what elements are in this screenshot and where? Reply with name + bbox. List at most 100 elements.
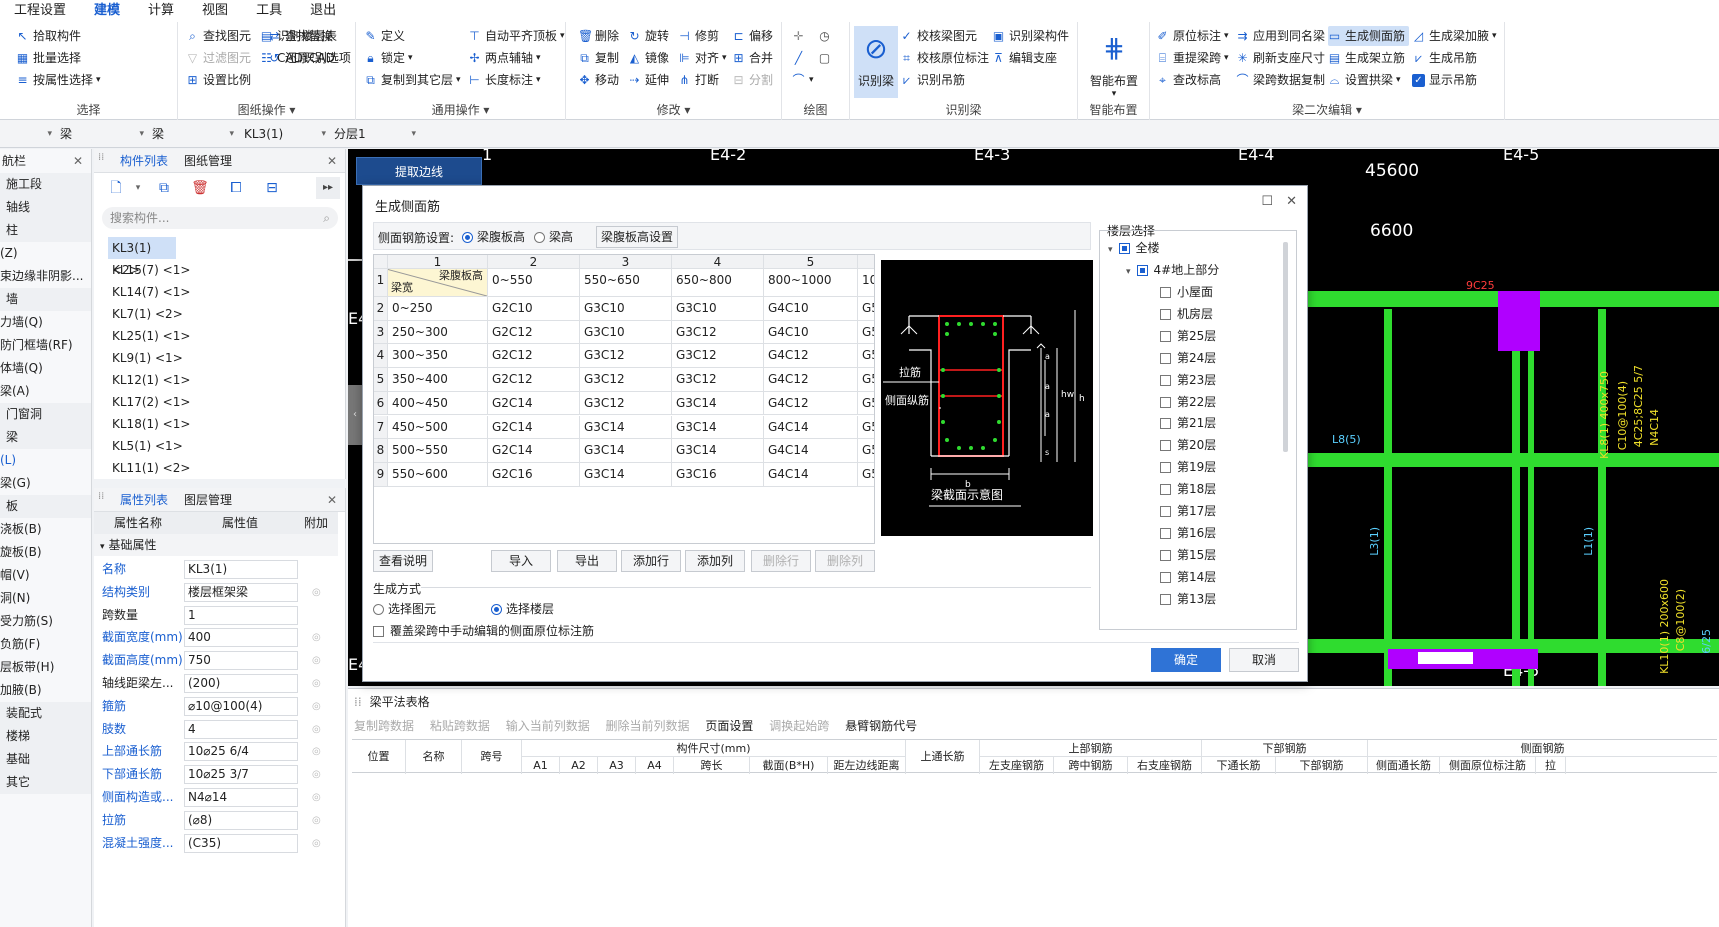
cancel-button[interactable]: 取消 — [1229, 648, 1299, 672]
identify-beam-button[interactable]: ⊘ 识别梁 — [854, 26, 898, 98]
view-help-button[interactable]: 查看说明 — [373, 550, 433, 572]
trim-button[interactable]: ⊣ 修剪 — [678, 26, 719, 46]
rebar-spec-cell[interactable]: G5 — [858, 463, 874, 487]
check-annotation-button[interactable]: ⌗ 校核原位标注 — [900, 48, 989, 68]
menu-exit[interactable]: 退出 — [296, 0, 350, 22]
split-button[interactable]: ⊟ 分割 — [732, 70, 773, 90]
checkbox[interactable] — [1160, 418, 1171, 430]
rebar-spec-cell[interactable]: G5 — [858, 368, 874, 392]
width-range-cell[interactable]: 400~450 — [388, 391, 488, 416]
floor-item[interactable]: 机房层 — [1160, 303, 1213, 325]
arc-draw-button[interactable]: ⌒ ▾ — [792, 70, 813, 90]
nav-item[interactable]: 防门框墙(RF) — [0, 334, 91, 357]
input-column-button[interactable]: 输入当前列数据 — [506, 719, 590, 733]
rebar-spec-cell[interactable]: G2C14 — [488, 391, 580, 416]
component-list-item[interactable]: KL14(7) <1> — [108, 281, 333, 303]
nav-item[interactable]: 梁(G) — [0, 472, 91, 495]
property-value-field[interactable]: 10⌀25 3/7 — [184, 765, 298, 785]
floor-item[interactable]: 第14层 — [1160, 566, 1216, 588]
property-value-field[interactable]: (C35) — [184, 833, 298, 853]
attach-indicator-icon[interactable]: ◎ — [312, 718, 321, 741]
property-value-field[interactable]: 1 — [184, 605, 298, 625]
floor-all[interactable]: ▾ 全楼 — [1108, 237, 1160, 259]
property-value-field[interactable]: 楼层框架梁 — [184, 582, 298, 602]
rebar-spec-cell[interactable]: G3C12 — [580, 368, 672, 392]
menu-tools[interactable]: 工具 — [242, 0, 296, 22]
radio-select-element[interactable]: 选择图元 — [373, 600, 436, 617]
rebar-spec-cell[interactable]: G3C12 — [672, 320, 764, 345]
generate-erection-bar-button[interactable]: ▤ 生成架立筋 — [1328, 48, 1405, 68]
drag-grip-icon[interactable]: ⁞⁞ — [354, 695, 362, 709]
find-element-button[interactable]: ⌕ 查找图元 — [186, 26, 251, 46]
copy-span-data-button[interactable]: 复制跨数据 — [354, 719, 414, 733]
filter-element-button[interactable]: ▽ 过滤图元 — [186, 48, 251, 68]
rebar-spec-cell[interactable]: G2C14 — [488, 439, 580, 463]
component-list-item[interactable]: KL7(1) <2> — [108, 303, 333, 325]
import-button[interactable]: 导入 — [491, 550, 551, 572]
show-hanger-checkbox[interactable]: ✓ 显示吊筋 — [1412, 70, 1477, 90]
property-value-field[interactable]: 10⌀25 6/4 — [184, 742, 298, 762]
move-button[interactable]: ✥ 移动 — [578, 70, 619, 90]
layer-dropdown[interactable]: 分层1 ▾ — [334, 124, 420, 144]
drag-grip-icon[interactable]: ⁞⁞ — [98, 153, 104, 163]
rebar-spec-cell[interactable]: G5 — [858, 321, 874, 345]
collapse-panel-handle[interactable]: ‹ — [348, 385, 362, 445]
column-header-cell[interactable]: 800~1000 — [764, 269, 858, 297]
page-setup-button[interactable]: 页面设置 — [705, 719, 753, 733]
component-dropdown[interactable]: KL3(1) ▾ — [244, 124, 330, 144]
component-list-item[interactable]: KL18(1) <1> — [108, 413, 333, 435]
copy-to-floor-button[interactable]: ⧉ 复制到其它层 ▾ — [364, 70, 460, 90]
nav-item[interactable]: 其它 — [0, 771, 91, 794]
width-range-cell[interactable]: 550~600 — [388, 462, 488, 487]
property-value-field[interactable]: 750 — [184, 651, 298, 671]
nav-item[interactable]: 体墙(Q) — [0, 357, 91, 380]
floor-item[interactable]: 第23层 — [1160, 369, 1216, 391]
copy-span-data-button[interactable]: ⌒ 梁跨数据复制 — [1236, 70, 1325, 90]
floor-item[interactable]: 第19层 — [1160, 456, 1216, 478]
close-icon[interactable]: ✕ — [327, 488, 337, 512]
rebar-spec-cell[interactable]: G4C10 — [764, 320, 858, 345]
beam-element[interactable] — [1598, 309, 1606, 686]
rebar-spec-cell[interactable]: G4C12 — [764, 368, 858, 392]
rebar-spec-cell[interactable]: G2C14 — [488, 415, 580, 440]
nav-item[interactable]: 旋板(B) — [0, 541, 91, 564]
rebar-spec-cell[interactable]: G3C14 — [672, 391, 764, 416]
generate-haunch-button[interactable]: ◿ 生成梁加腋 ▾ — [1412, 26, 1497, 46]
tab-layer-management[interactable]: 图层管理 — [184, 488, 232, 512]
checkbox[interactable] — [1160, 374, 1171, 386]
nav-item[interactable]: 束边缘非阴影... — [0, 265, 91, 288]
property-value-field[interactable]: (200) — [184, 674, 298, 693]
floor-item[interactable]: 第16层 — [1160, 522, 1216, 544]
auto-align-slab-button[interactable]: ⊤ 自动平齐顶板 ▾ — [468, 26, 564, 46]
selected-element[interactable] — [1418, 652, 1473, 664]
rebar-spec-cell[interactable]: G4C12 — [764, 391, 858, 416]
repick-span-button[interactable]: ⌸ 重提梁跨 ▾ — [1156, 48, 1229, 68]
property-value-field[interactable]: 4 — [184, 719, 298, 739]
property-value-field[interactable]: 400 — [184, 628, 298, 648]
maximize-icon[interactable]: ☐ — [1261, 194, 1273, 209]
property-group-basic[interactable]: ▾ 基础属性 — [94, 534, 338, 556]
rebar-spec-cell[interactable]: G2C12 — [488, 344, 580, 369]
floor-item[interactable]: 第22层 — [1160, 391, 1216, 413]
set-arch-beam-button[interactable]: ⌓ 设置拱梁 ▾ — [1328, 70, 1401, 90]
rebar-spec-cell[interactable]: G2C12 — [488, 320, 580, 345]
length-dimension-button[interactable]: ⊢ 长度标注 ▾ — [468, 70, 540, 90]
tab-property-list[interactable]: 属性列表 — [120, 488, 168, 512]
ok-button[interactable]: 确定 — [1151, 648, 1221, 672]
add-column-button[interactable]: 添加列 — [685, 550, 745, 572]
column-header-cell[interactable]: 550~650 — [580, 269, 672, 297]
component-list-item[interactable]: KL25(1) <1> — [108, 325, 333, 347]
nav-item[interactable]: 轴线 — [0, 196, 91, 219]
checkbox[interactable] — [1136, 265, 1148, 276]
chevron-down-icon[interactable]: ▾ — [126, 177, 150, 199]
attach-indicator-icon[interactable]: ◎ — [312, 672, 321, 695]
component-list-item[interactable]: KL17(2) <1> — [108, 391, 333, 413]
extend-button[interactable]: ⇢ 延伸 — [628, 70, 669, 90]
rebar-spec-cell[interactable]: G3C16 — [672, 462, 764, 487]
overwrite-checkbox[interactable]: 覆盖梁跨中手动编辑的侧面原位标注筋 — [373, 622, 594, 639]
rebar-spec-cell[interactable]: G3C14 — [580, 462, 672, 487]
rebar-spec-cell[interactable]: G2C10 — [488, 297, 580, 321]
nav-item[interactable]: 墙 — [0, 288, 91, 311]
width-range-cell[interactable]: 450~500 — [388, 415, 488, 440]
nav-item[interactable]: 装配式 — [0, 702, 91, 725]
